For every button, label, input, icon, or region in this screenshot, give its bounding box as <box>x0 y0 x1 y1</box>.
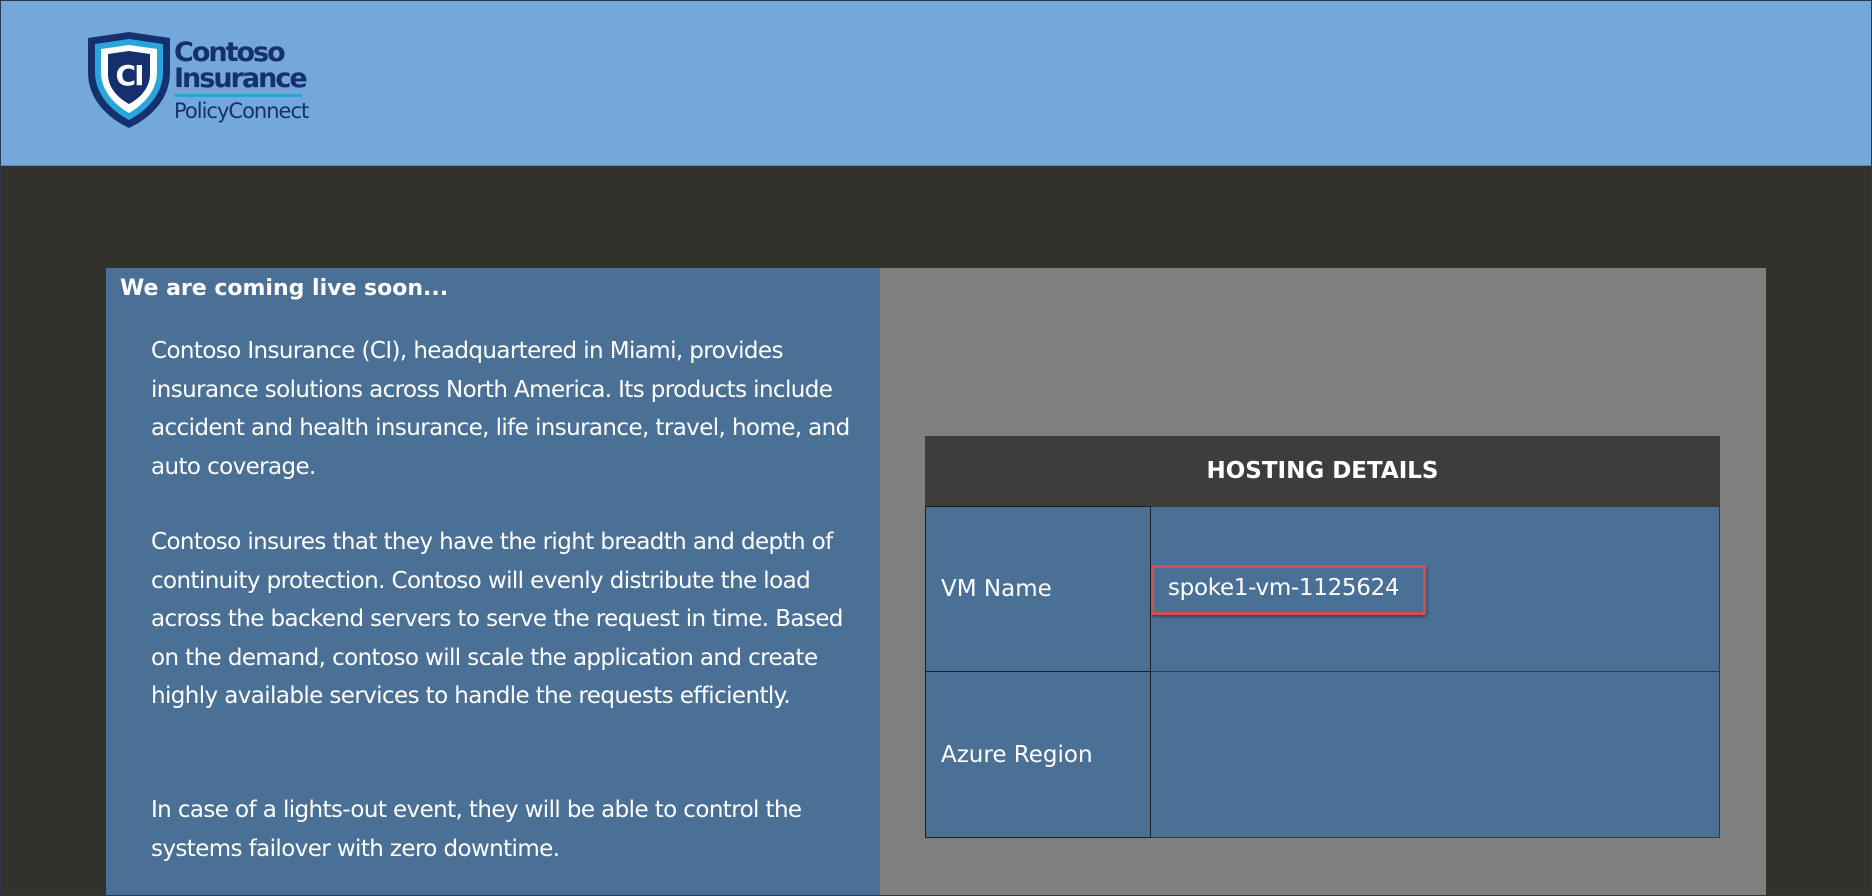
main-content: We are coming live soon... Contoso Insur… <box>106 268 1766 896</box>
intro-paragraph-2: Contoso insures that they have the right… <box>151 529 843 709</box>
logo-wordmark: Contoso Insurance PolicyConnect <box>174 39 309 124</box>
vm-name-label: VM Name <box>925 506 1151 672</box>
site-header: CI Contoso Insurance PolicyConnect <box>0 0 1872 166</box>
logo-line-insurance: Insurance <box>174 63 308 94</box>
logo-underline <box>174 94 302 97</box>
intro-paragraph-1: Contoso Insurance (CI), headquartered in… <box>151 338 850 480</box>
contoso-logo[interactable]: CI Contoso Insurance PolicyConnect <box>84 32 314 128</box>
vm-name-cell: spoke1-vm-1125624 <box>1151 506 1720 672</box>
table-row: VM Name spoke1-vm-1125624 <box>925 506 1720 672</box>
azure-region-value <box>1151 672 1720 838</box>
hosting-panel: HOSTING DETAILS VM Name spoke1-vm-112562… <box>880 268 1766 896</box>
vm-name-value: spoke1-vm-1125624 <box>1151 565 1427 615</box>
table-row: Azure Region <box>925 672 1720 838</box>
intro-paragraph-3: In case of a lights-out event, they will… <box>151 797 802 862</box>
intro-heading: We are coming live soon... <box>120 276 449 301</box>
logo-line-policyconnect: PolicyConnect <box>174 99 309 123</box>
shield-logo-icon: CI <box>88 32 170 128</box>
intro-panel: We are coming live soon... Contoso Insur… <box>106 268 880 896</box>
hosting-details-title: HOSTING DETAILS <box>925 436 1720 506</box>
hosting-details-table: HOSTING DETAILS VM Name spoke1-vm-112562… <box>925 436 1720 838</box>
logo-emblem-text: CI <box>116 59 143 92</box>
azure-region-label: Azure Region <box>925 672 1151 838</box>
